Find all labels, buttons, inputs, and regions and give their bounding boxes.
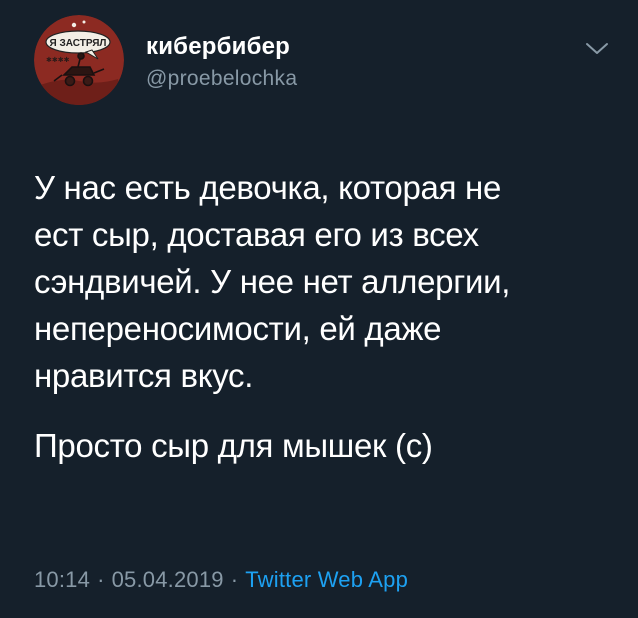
meta-separator: ·: [230, 567, 239, 592]
avatar-bubble-text: Я ЗАСТРЯЛ: [50, 38, 107, 49]
tweet-menu-button[interactable]: [584, 40, 610, 58]
avatar[interactable]: Я ЗАСТРЯЛ ✱✱✱✱: [34, 15, 124, 105]
tweet-metadata: 10:14 · 05.04.2019 · Twitter Web App: [34, 567, 408, 593]
author-display-name[interactable]: кибербибер: [146, 33, 290, 61]
tweet-text: У нас есть девочка, которая не ест сыр, …: [34, 164, 614, 469]
tweet-time[interactable]: 10:14: [34, 567, 90, 592]
chevron-down-icon: [586, 43, 608, 54]
meta-separator: ·: [97, 567, 105, 592]
tweet-date[interactable]: 05.04.2019: [112, 567, 224, 592]
tweet-paragraph: Просто сыр для мышек (с): [34, 427, 433, 464]
comic-avatar-icon: Я ЗАСТРЯЛ ✱✱✱✱: [34, 15, 124, 105]
author-handle[interactable]: @proebelochka: [146, 67, 297, 91]
svg-text:✱✱✱✱: ✱✱✱✱: [46, 56, 70, 64]
tweet-card: Я ЗАСТРЯЛ ✱✱✱✱ кибербибер @proebelochka: [0, 0, 638, 618]
tweet-source-link[interactable]: Twitter Web App: [245, 567, 408, 592]
tweet-paragraph: У нас есть девочка, которая не ест сыр, …: [34, 169, 511, 394]
